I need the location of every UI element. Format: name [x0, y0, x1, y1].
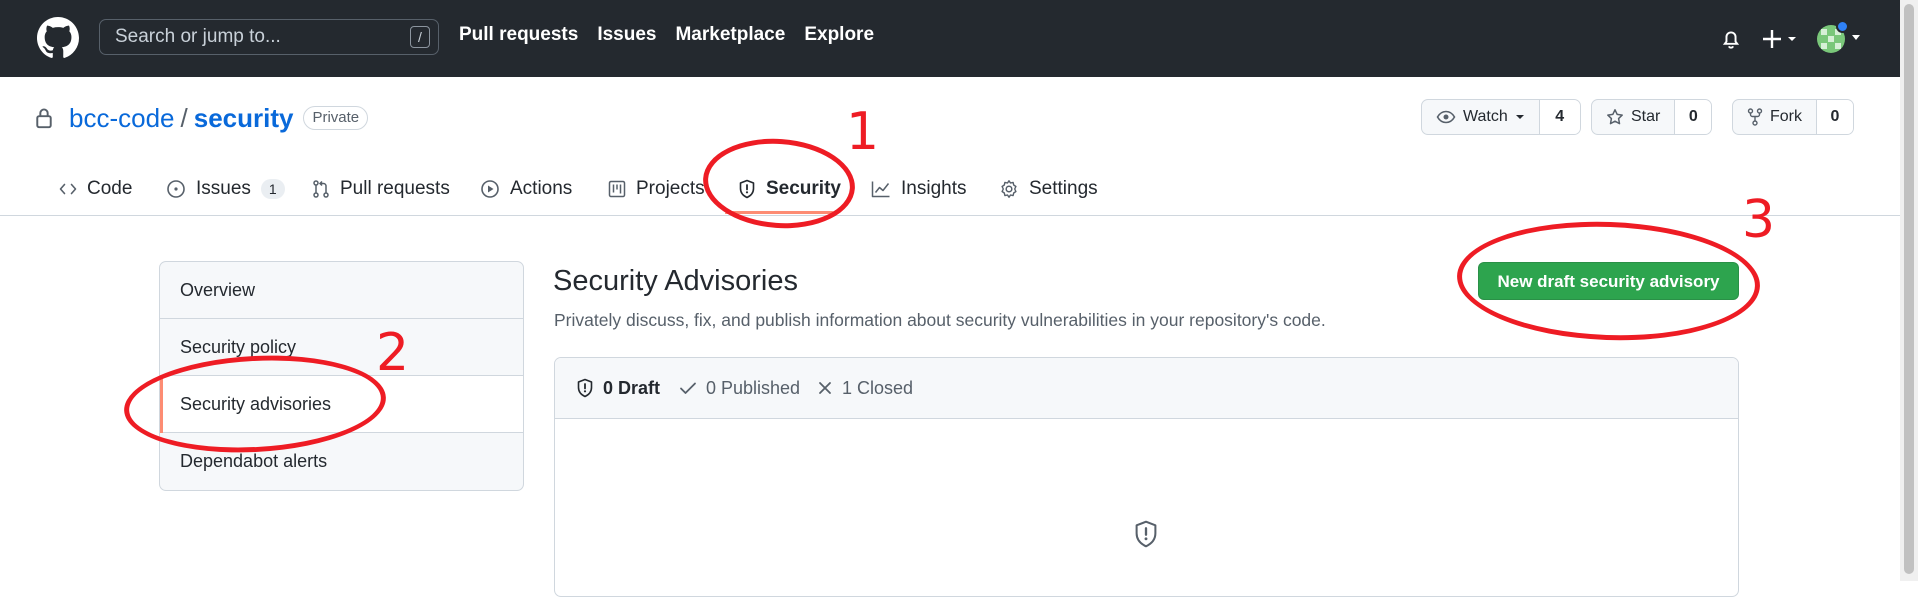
- filter-label: 0 Draft: [603, 377, 661, 398]
- repo-name-link[interactable]: security: [194, 103, 294, 134]
- filter-closed[interactable]: 1 Closed: [817, 376, 913, 400]
- repo-owner-link[interactable]: bcc-code: [69, 103, 175, 134]
- x-icon: [819, 382, 831, 394]
- tab-actions[interactable]: Actions: [480, 174, 572, 204]
- fork-label: Fork: [1770, 108, 1802, 125]
- repo-title: bcc-code / security Private: [35, 101, 369, 135]
- star-icon: [1607, 109, 1623, 125]
- global-nav: Pull requests Issues Marketplace Explore: [459, 24, 874, 46]
- gear-icon: [1001, 180, 1017, 198]
- star-button[interactable]: Star: [1592, 100, 1674, 134]
- advisories-box: 0 Draft 0 Published 1 Closed: [554, 357, 1739, 597]
- annotation-number-3: 3: [1742, 190, 1776, 250]
- star-button-group: Star 0: [1591, 99, 1713, 135]
- annotation-number-2: 2: [376, 323, 410, 383]
- git-pull-request-icon: [313, 180, 329, 198]
- global-search[interactable]: /: [99, 19, 439, 55]
- eye-icon: [1436, 110, 1456, 124]
- advisories-filter-bar: 0 Draft 0 Published 1 Closed: [555, 358, 1738, 419]
- nav-explore[interactable]: Explore: [804, 24, 874, 46]
- tab-label: Pull requests: [340, 178, 450, 199]
- watch-label: Watch: [1463, 108, 1508, 125]
- watch-count[interactable]: 4: [1538, 100, 1580, 134]
- tab-pull-requests[interactable]: Pull requests: [312, 174, 450, 204]
- lock-icon: [36, 108, 52, 129]
- tab-label: Insights: [901, 178, 967, 199]
- nav-pull-requests[interactable]: Pull requests: [459, 24, 578, 46]
- shield-icon: [577, 378, 593, 398]
- watch-button[interactable]: Watch: [1422, 100, 1539, 134]
- annotation-circle-security-tab: [700, 133, 858, 234]
- fork-button-group: Fork 0: [1732, 99, 1854, 135]
- notification-dot: [1836, 20, 1849, 33]
- search-shortcut-key: /: [410, 26, 430, 48]
- repo-forked-icon: [1747, 108, 1763, 126]
- tab-settings[interactable]: Settings: [999, 174, 1098, 204]
- project-icon: [608, 180, 626, 198]
- filter-label: 1 Closed: [842, 377, 914, 398]
- filter-published[interactable]: 0 Published: [679, 376, 800, 400]
- tab-label: Projects: [636, 178, 705, 199]
- repo-tabs: Code Issues 1 Pull requests Actions Proj…: [0, 165, 1900, 216]
- page-description: Privately discuss, fix, and publish info…: [554, 310, 1326, 330]
- shield-icon: [1135, 520, 1157, 548]
- nav-issues[interactable]: Issues: [597, 24, 656, 46]
- tab-issues[interactable]: Issues 1: [166, 174, 285, 204]
- annotation-number-1: 1: [846, 102, 880, 162]
- nav-marketplace[interactable]: Marketplace: [675, 24, 785, 46]
- filter-label: 0 Published: [706, 377, 801, 398]
- star-count[interactable]: 0: [1674, 100, 1712, 134]
- github-logo-icon[interactable]: [37, 17, 79, 59]
- tab-label: Issues: [196, 178, 251, 199]
- page-title: Security Advisories: [553, 265, 798, 297]
- global-header: / Pull requests Issues Marketplace Explo…: [0, 0, 1918, 77]
- tab-label: Actions: [510, 178, 573, 199]
- play-icon: [481, 180, 499, 198]
- fork-button[interactable]: Fork: [1733, 100, 1816, 134]
- sidebar-item-overview[interactable]: Overview: [160, 262, 523, 319]
- annotation-circle-new-advisory-button: [1455, 216, 1762, 346]
- bell-icon[interactable]: [1720, 27, 1742, 51]
- caret-down-icon: [1515, 115, 1524, 119]
- visibility-badge: Private: [303, 106, 369, 130]
- filter-draft[interactable]: 0 Draft: [576, 376, 660, 400]
- graph-icon: [871, 181, 890, 198]
- tab-projects[interactable]: Projects: [608, 174, 705, 204]
- star-label: Star: [1631, 108, 1661, 125]
- tab-insights[interactable]: Insights: [871, 174, 966, 204]
- repo-separator: /: [180, 102, 188, 133]
- tab-label: Code: [87, 178, 133, 199]
- check-icon: [680, 382, 696, 394]
- search-input[interactable]: [100, 20, 438, 54]
- tab-code[interactable]: Code: [59, 174, 132, 204]
- issues-counter: 1: [260, 179, 285, 199]
- caret-down-icon[interactable]: [1851, 34, 1861, 42]
- plus-dropdown-icon[interactable]: [1762, 26, 1802, 52]
- code-icon: [59, 183, 77, 195]
- issue-opened-icon: [167, 180, 185, 198]
- watch-button-group: Watch 4: [1421, 99, 1581, 135]
- scrollbar-thumb[interactable]: [1904, 4, 1914, 574]
- tab-label: Settings: [1029, 178, 1098, 199]
- fork-count[interactable]: 0: [1816, 100, 1853, 134]
